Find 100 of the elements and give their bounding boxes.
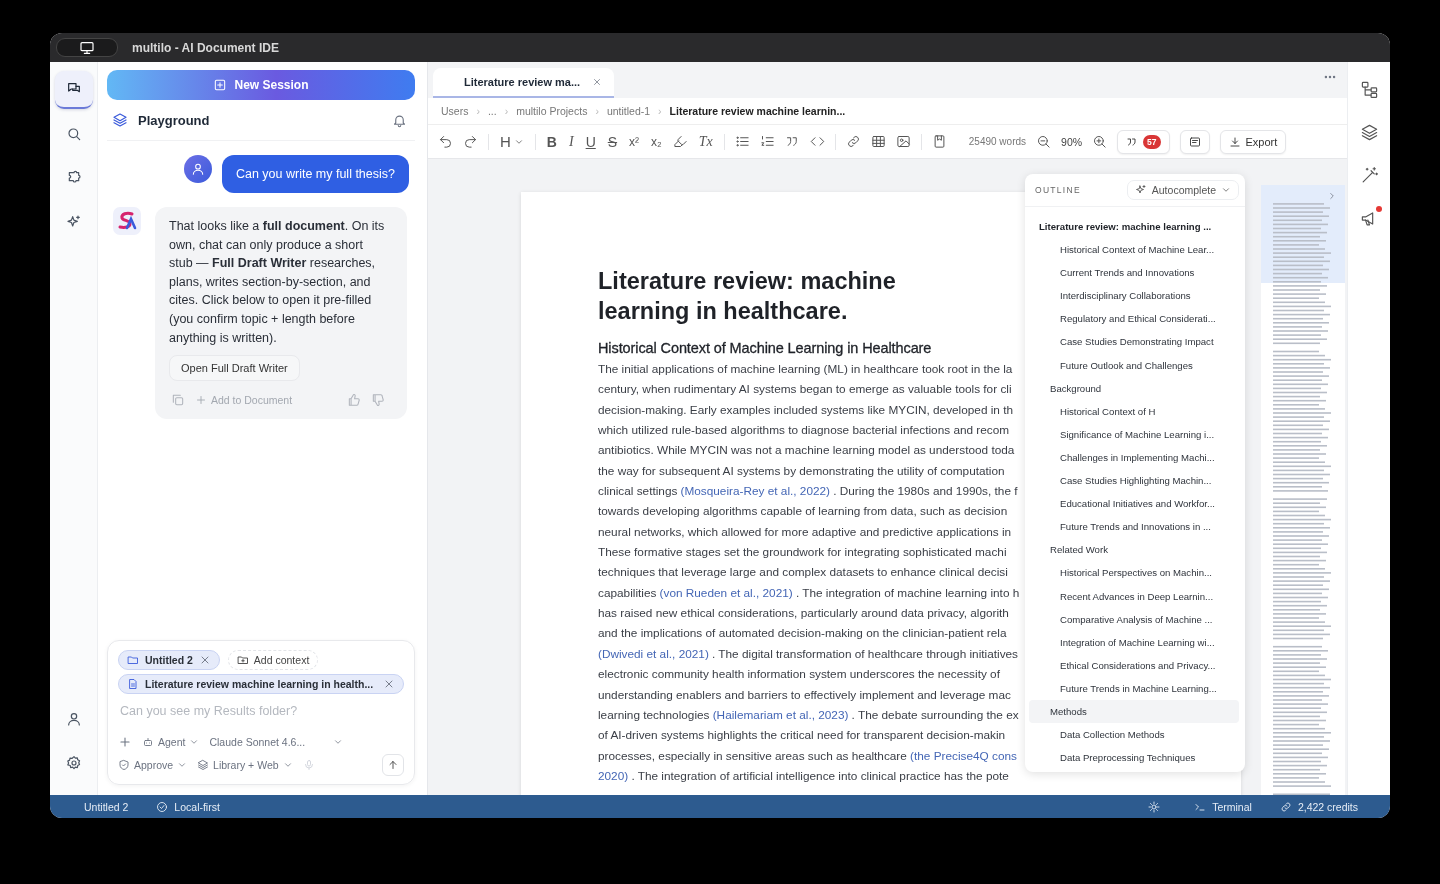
- outline-item[interactable]: Literature review: machine learning ...: [1029, 215, 1239, 239]
- citation-link[interactable]: (Dwivedi et al., 2021): [598, 643, 709, 665]
- autocomplete-dropdown[interactable]: Autocomplete: [1126, 180, 1239, 200]
- outline-item[interactable]: Related Work: [1029, 538, 1239, 562]
- bookmark-icon[interactable]: [931, 134, 947, 149]
- breadcrumb-item[interactable]: ...: [487, 105, 497, 117]
- outline-item[interactable]: Future Trends and Innovations in ...: [1029, 515, 1239, 539]
- thumbs-down-icon[interactable]: [371, 393, 385, 408]
- layers-icon: [112, 112, 128, 128]
- italic-button[interactable]: I: [567, 133, 575, 150]
- mode-dropdown[interactable]: Agent: [142, 734, 200, 750]
- assistant-logo: [113, 207, 141, 235]
- breadcrumb-separator: ›: [476, 105, 480, 117]
- citation-link[interactable]: 2020): [598, 765, 629, 787]
- robot-icon: [142, 736, 154, 748]
- outline-item[interactable]: Significance of Machine Learning i...: [1029, 422, 1239, 446]
- outline-item[interactable]: Historical Context of Machine Lear...: [1029, 238, 1239, 262]
- underline-button[interactable]: U: [584, 133, 597, 150]
- document-tab[interactable]: Literature review ma...: [433, 68, 615, 98]
- credits-status[interactable]: 2,422 credits: [1279, 800, 1358, 813]
- outline-item[interactable]: Future Outlook and Challenges: [1029, 353, 1239, 377]
- status-document[interactable]: Untitled 2: [84, 800, 129, 813]
- breadcrumb-item[interactable]: Literature review machine learnin...: [669, 105, 846, 117]
- caret-icon: [333, 737, 344, 747]
- citations-button[interactable]: 57: [1117, 129, 1170, 154]
- outline-item[interactable]: Case Studies Demonstrating Impact: [1029, 330, 1239, 354]
- bold-button[interactable]: B: [545, 133, 558, 150]
- outline-item[interactable]: Historical Perspectives on Machin...: [1029, 561, 1239, 585]
- outline-item[interactable]: Integration of Machine Learning wi...: [1029, 630, 1239, 654]
- paragraph-text: which utilized rule-based algorithms to diagnose bacterial infections and recom: [598, 422, 1010, 440]
- sidebar-toggle-button[interactable]: [56, 38, 118, 57]
- new-session-button[interactable]: New Session: [107, 70, 415, 100]
- bullet-list-icon[interactable]: [734, 134, 750, 149]
- highlighter-icon[interactable]: [672, 134, 688, 149]
- breadcrumb-item[interactable]: untitled-1: [606, 105, 651, 117]
- folder-chip[interactable]: Untitled 2: [118, 650, 220, 670]
- image-icon[interactable]: [895, 134, 911, 149]
- citation-link[interactable]: (Mosqueira-Rey et al., 2022): [680, 481, 831, 502]
- hierarchy-icon[interactable]: [1359, 80, 1379, 99]
- outline-item[interactable]: Ethical Considerations and Privacy...: [1029, 653, 1239, 677]
- chat-button[interactable]: [54, 71, 93, 109]
- outline-item[interactable]: Comparative Analysis of Machine ...: [1029, 607, 1239, 631]
- breadcrumb-separator: ›: [504, 105, 509, 117]
- plus-icon: [195, 394, 207, 407]
- outline-item[interactable]: Regulatory and Ethical Considerati...: [1029, 307, 1239, 331]
- close-icon[interactable]: [592, 77, 603, 87]
- citation-link[interactable]: (the Precise4Q cons: [910, 745, 1017, 766]
- export-button[interactable]: Export: [1219, 129, 1287, 154]
- outline-item[interactable]: Data Preprocessing Techniques: [1029, 746, 1239, 770]
- undo-icon[interactable]: [438, 134, 453, 149]
- outline-item[interactable]: Interdisciplinary Collaborations: [1029, 284, 1239, 308]
- layers-icon[interactable]: [1359, 123, 1379, 142]
- outline-item[interactable]: Case Studies Highlighting Machin...: [1029, 469, 1239, 493]
- strike-button[interactable]: S: [606, 133, 619, 150]
- approval-dropdown[interactable]: Approve: [118, 757, 188, 773]
- script-button[interactable]: x₂: [650, 134, 663, 149]
- link-icon[interactable]: [845, 134, 861, 149]
- outline-item[interactable]: Recent Advances in Deep Learnin...: [1029, 584, 1239, 608]
- script-button[interactable]: x²: [628, 134, 641, 149]
- quote-icon: [1126, 135, 1139, 148]
- redo-icon[interactable]: [463, 134, 478, 149]
- theme-icon[interactable]: [1148, 800, 1161, 813]
- close-icon[interactable]: [383, 678, 395, 690]
- zoom-out-icon[interactable]: [1036, 134, 1052, 149]
- citation-link[interactable]: (Hailemariam et al., 2023): [712, 704, 849, 726]
- quote-icon[interactable]: [784, 134, 800, 149]
- heading-dropdown[interactable]: H: [499, 133, 525, 150]
- breadcrumb-separator: ›: [595, 105, 599, 117]
- breadcrumb-item[interactable]: Users: [441, 105, 469, 117]
- outline-item[interactable]: Data Collection Methods: [1029, 723, 1239, 747]
- thumbs-up-icon[interactable]: [347, 393, 361, 408]
- settings-icon: [65, 755, 82, 771]
- code-icon[interactable]: [809, 134, 825, 149]
- sources-dropdown[interactable]: Library + Web: [197, 757, 293, 773]
- zoom-in-icon[interactable]: [1092, 134, 1108, 149]
- local-first-status[interactable]: Local-first: [156, 800, 220, 813]
- check-circle-icon: [156, 800, 169, 813]
- notifications-icon[interactable]: [392, 112, 407, 128]
- table-icon[interactable]: [870, 134, 886, 149]
- send-button[interactable]: [382, 754, 404, 776]
- citation-link[interactable]: (von Rueden et al., 2021): [659, 582, 793, 604]
- terminal-button[interactable]: Terminal: [1194, 800, 1252, 813]
- clear-format-button[interactable]: Tx: [697, 133, 714, 150]
- open-writer-button[interactable]: Open Full Draft Writer: [169, 355, 300, 382]
- outline-item[interactable]: Current Trends and Innovations: [1029, 261, 1239, 285]
- outline-item[interactable]: Background: [1029, 376, 1239, 400]
- breadcrumb-item[interactable]: multilo Projects: [516, 105, 588, 117]
- document-chip[interactable]: Literature review machine learning in health...: [118, 674, 404, 694]
- comments-button[interactable]: [1179, 129, 1210, 154]
- outline-item[interactable]: Future Trends in Machine Learning...: [1029, 676, 1239, 700]
- paragraph-text: of AI-driven systems highlights the critical need for transparent decision-makin: [598, 727, 1006, 745]
- outline-item[interactable]: Historical Context of H: [1029, 399, 1239, 423]
- outline-item[interactable]: Methods: [1029, 699, 1239, 724]
- user-icon: [190, 162, 205, 176]
- numbered-list-icon[interactable]: [759, 134, 775, 149]
- add-context-button[interactable]: Add context: [227, 650, 319, 670]
- outline-item[interactable]: Educational Initiatives and Workfor...: [1029, 492, 1239, 516]
- outline-item[interactable]: Challenges in Implementing Machi...: [1029, 445, 1239, 470]
- paragraph-text: decision-making. Early examples included systems like MYCIN, developed in th: [598, 401, 1014, 419]
- model-dropdown[interactable]: Claude Sonnet 4.6...: [209, 734, 344, 750]
